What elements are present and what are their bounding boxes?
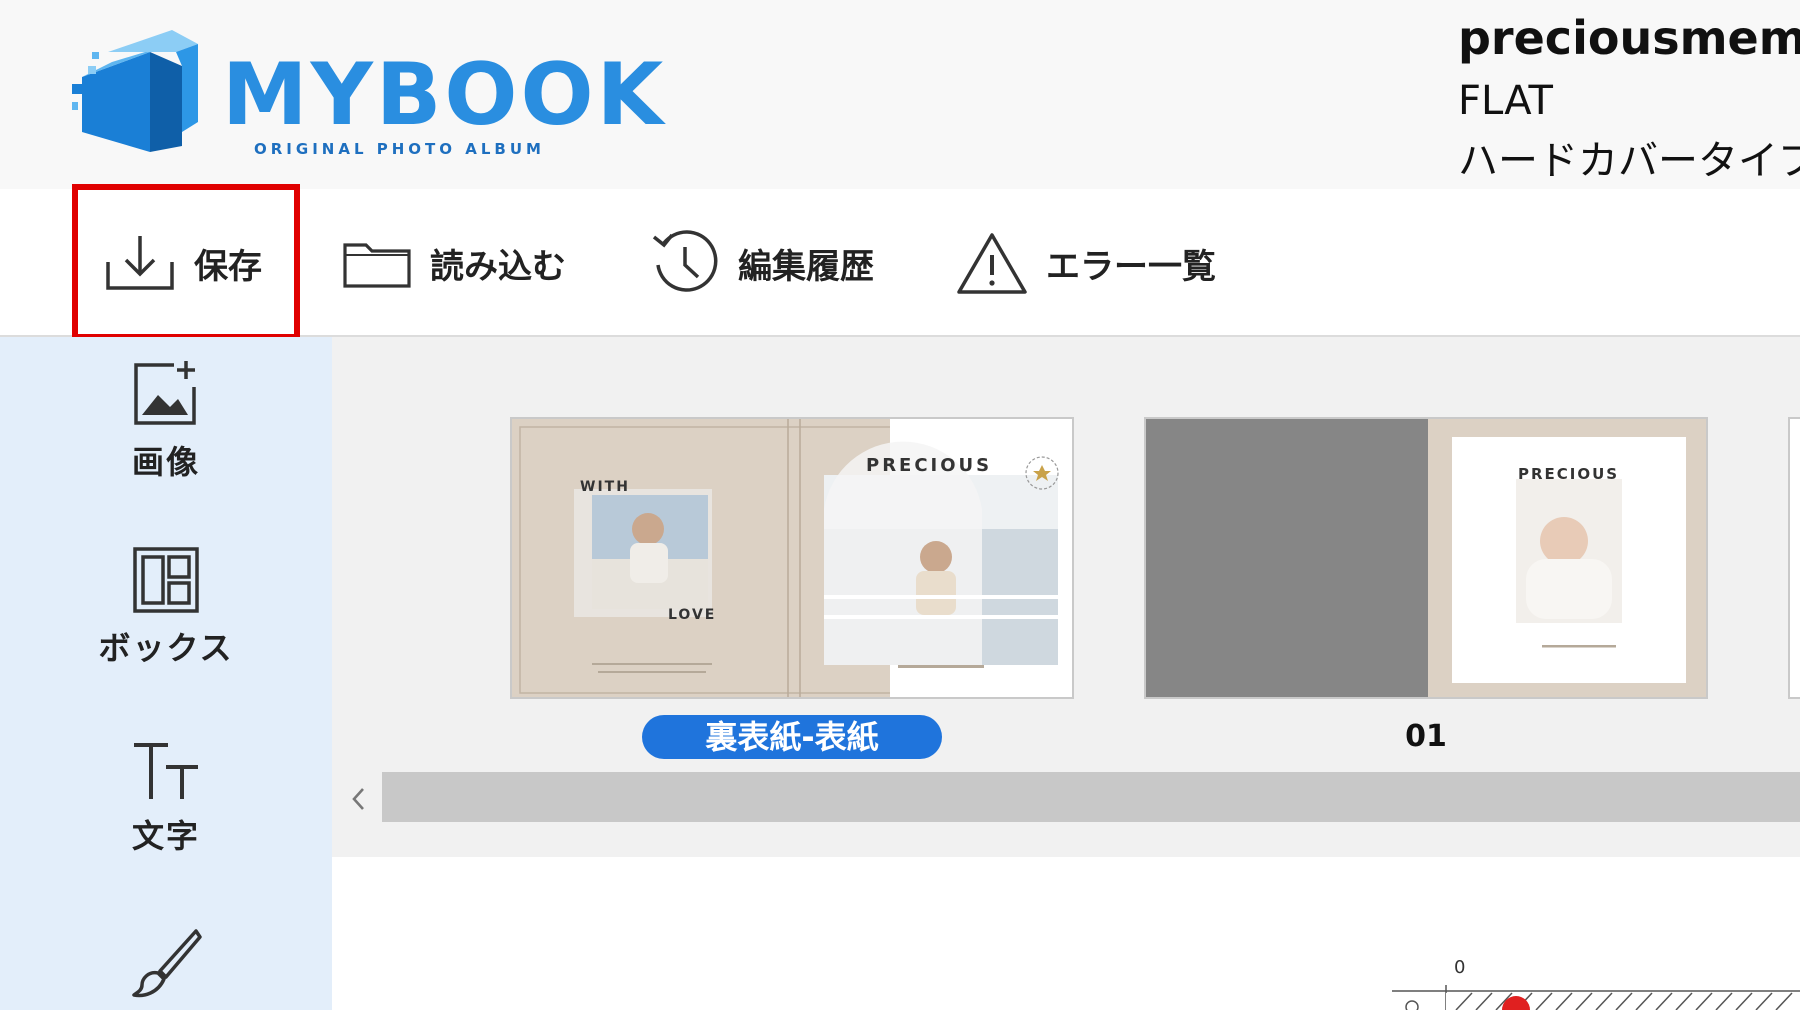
sidebar-item-text[interactable]: 文字: [0, 739, 332, 857]
text-icon: [134, 743, 198, 799]
editor-canvas-area: 0: [332, 857, 1800, 1010]
mybook-logo: MYBOOK ORIGINAL PHOTO ALBUM: [72, 22, 663, 162]
save-highlight-box: [72, 184, 300, 340]
chevron-left-icon: [352, 788, 364, 810]
cover-front-title: PRECIOUS: [866, 455, 993, 476]
open-button[interactable]: 読み込む: [342, 189, 566, 337]
cover-back-text-love: LOVE: [668, 607, 717, 623]
add-image-icon: [134, 361, 196, 425]
page-01-label[interactable]: 01: [1356, 715, 1496, 759]
history-button[interactable]: 編集履歴: [650, 189, 874, 337]
history-label: 編集履歴: [738, 246, 874, 287]
warning-icon: [957, 233, 1027, 294]
sidebar-label-image: 画像: [131, 443, 200, 481]
ruler: [1392, 985, 1800, 1010]
product-info: preciousmemo FLAT ハードカバータイプ 21: [1458, 10, 1800, 186]
product-cover-type: ハードカバータイプ 21: [1458, 138, 1800, 184]
book-logo-icon: [72, 30, 198, 152]
thumbnail-scrollbar[interactable]: [382, 772, 1800, 822]
cover-spread-thumbnail[interactable]: WITH LOVE PRECIOUS: [510, 417, 1074, 699]
errors-label: エラー一覧: [1046, 246, 1216, 287]
app-header: MYBOOK ORIGINAL PHOTO ALBUM preciousmemo…: [0, 0, 1800, 189]
sidebar-label-text: 文字: [131, 817, 200, 855]
cover-page-label[interactable]: 裏表紙-表紙: [642, 715, 942, 759]
sidebar-item-box[interactable]: ボックス: [0, 545, 332, 669]
ruler-zero-label: 0: [1454, 957, 1466, 978]
sidebar-label-box: ボックス: [98, 629, 234, 667]
page-thumbnail-strip: WITH LOVE PRECIOUS PRECIOUS 裏表紙-表紙 01: [332, 337, 1800, 857]
product-type: FLAT: [1458, 78, 1553, 124]
next-page-thumbnail[interactable]: [1788, 417, 1800, 699]
logo-subtitle: ORIGINAL PHOTO ALBUM: [254, 140, 545, 158]
layout-box-icon: [133, 547, 199, 613]
sidebar-item-image[interactable]: 画像: [0, 357, 332, 483]
page-01-preview: [1146, 419, 1706, 697]
brush-icon: [132, 929, 202, 998]
open-label: 読み込む: [430, 246, 566, 287]
error-list-button[interactable]: エラー一覧: [956, 189, 1216, 337]
tool-sidebar: 画像 ボックス 文字: [0, 337, 332, 1010]
cover-back-text-with: WITH: [580, 479, 630, 495]
logo-wordmark: MYBOOK: [222, 45, 667, 145]
scroll-left-button[interactable]: [346, 777, 370, 821]
folder-icon: [343, 243, 411, 288]
page-01-spread-thumbnail[interactable]: PRECIOUS: [1144, 417, 1708, 699]
history-clock-icon: [652, 230, 718, 292]
page-01-title: PRECIOUS: [1518, 465, 1620, 483]
product-name: preciousmemo: [1458, 11, 1800, 65]
sidebar-item-brush[interactable]: [0, 927, 332, 999]
